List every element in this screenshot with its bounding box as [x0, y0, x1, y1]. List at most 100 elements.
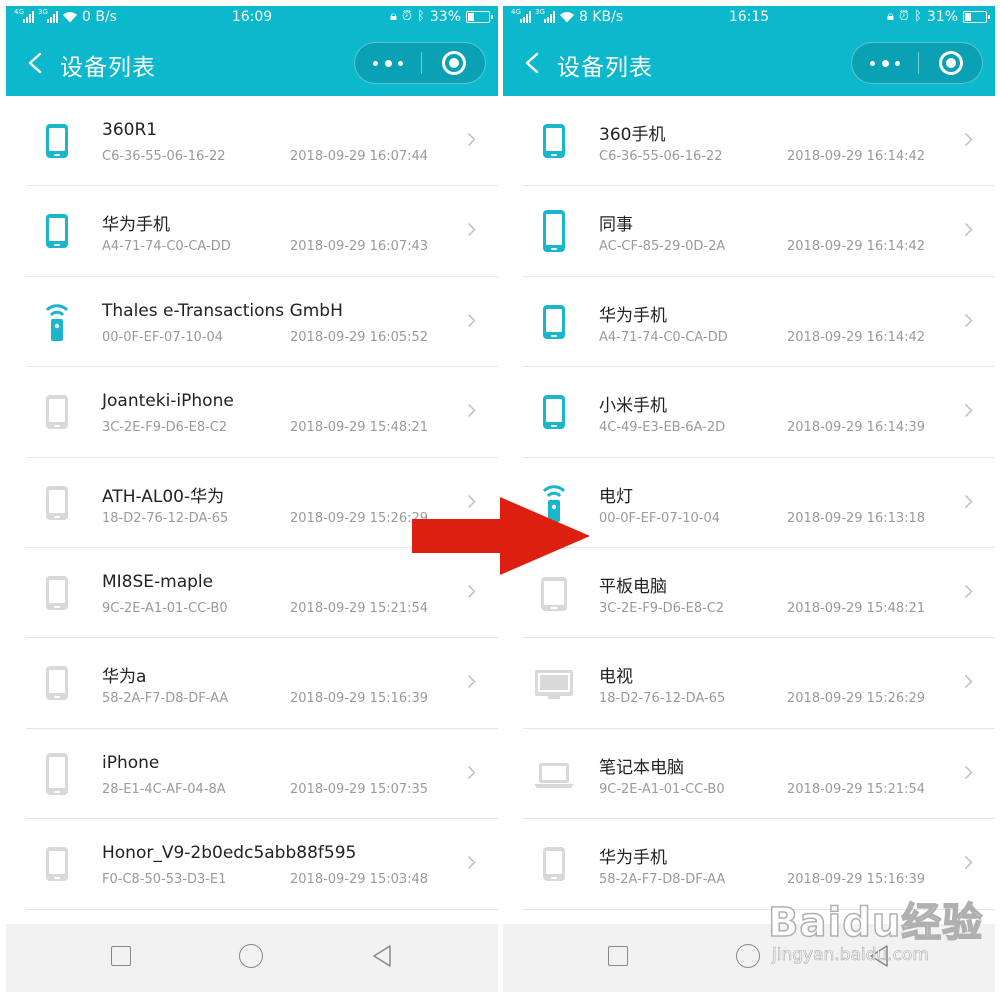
watermark-url: jingyan.baidu.com [772, 945, 929, 966]
more-icon[interactable] [373, 43, 403, 83]
device-time: 2018-09-29 16:07:44 [290, 149, 429, 164]
phone-icon [44, 843, 70, 885]
device-time: 2018-09-29 15:03:48 [290, 872, 429, 888]
device-row[interactable]: Honor_V9-2b0edc5abb88f595 F0-C8-50-53-D3-… [6, 819, 498, 910]
device-row[interactable]: iPhone 28-E1-4C-AF-04-8A 2018-09-29 15:07:… [6, 729, 498, 820]
close-target-icon[interactable] [442, 51, 466, 75]
transition-arrow-icon [412, 497, 590, 575]
device-mac: 18-D2-76-12-DA-65 [599, 691, 726, 707]
more-icon[interactable] [870, 43, 900, 83]
device-row[interactable]: Joanteki-iPhone 3C-2E-F9-D6-E8-C2 2018-09-… [6, 367, 498, 458]
device-mac: AC-CF-85-29-0D-2A [599, 239, 726, 255]
device-name: 360手机 [599, 125, 666, 145]
phone-icon [541, 843, 567, 885]
battery-percent: 33% [429, 9, 461, 25]
device-time: 2018-09-29 15:48:21 [787, 600, 926, 616]
nav-back-icon[interactable] [371, 944, 393, 968]
chevron-right-icon [964, 674, 973, 689]
device-mac: 00-0F-EF-07-10-04 [599, 510, 721, 526]
chevron-right-icon [467, 132, 476, 147]
chevron-right-icon [467, 313, 476, 328]
device-time: 2018-09-29 15:07:35 [290, 781, 429, 797]
device-mac: F0-C8-50-53-D3-E1 [102, 872, 227, 888]
device-row[interactable]: 笔记本电脑 9C-2E-A1-01-CC-B0 2018-09-29 15:21:5… [503, 729, 995, 820]
lock-icon: 🔒︎ [390, 9, 397, 24]
device-row[interactable]: 小米手机 4C-49-E3-EB-6A-2D 2018-09-29 16:14:39 [503, 367, 995, 458]
device-name: Joanteki-iPhone [102, 391, 234, 412]
chevron-right-icon [964, 494, 973, 509]
chevron-right-icon [964, 584, 973, 599]
device-mac: C6-36-55-06-16-22 [599, 149, 723, 164]
device-time: 2018-09-29 15:16:39 [787, 872, 926, 888]
device-time: 2018-09-29 16:14:42 [787, 329, 926, 345]
device-time: 2018-09-29 16:05:52 [290, 329, 429, 345]
status-bar: 4G 3G 8 KB/s 16:15 🔒︎ ⏰︎ ᛒ 31% [503, 6, 995, 30]
device-name: 小米手机 [599, 396, 667, 417]
device-row[interactable]: 华为手机 A4-71-74-C0-CA-DD 2018-09-29 16:07:43 [6, 186, 498, 278]
tv-icon [535, 662, 573, 704]
device-name: 360R1 [102, 120, 158, 140]
chevron-right-icon [964, 403, 973, 418]
phone-icon [44, 210, 70, 252]
device-mac: 3C-2E-F9-D6-E8-C2 [599, 600, 725, 616]
chevron-right-icon [964, 313, 973, 328]
device-time: 2018-09-29 16:14:42 [787, 149, 926, 164]
chevron-right-icon [467, 855, 476, 870]
device-row[interactable]: 同事 AC-CF-85-29-0D-2A 2018-09-29 16:14:42 [503, 186, 995, 278]
device-row[interactable]: 电视 18-D2-76-12-DA-65 2018-09-29 15:26:29 [503, 638, 995, 730]
chevron-right-icon [467, 765, 476, 780]
device-mac: 00-0F-EF-07-10-04 [102, 329, 224, 345]
device-mac: 3C-2E-F9-D6-E8-C2 [102, 420, 228, 436]
back-arrow-icon[interactable] [523, 52, 541, 74]
device-time: 2018-09-29 15:48:21 [290, 420, 429, 436]
phone-icon [44, 572, 70, 614]
phone-icon [541, 120, 567, 162]
device-row[interactable]: Thales e-Transactions GmbH 00-0F-EF-07-10… [6, 277, 498, 368]
device-name: iPhone [102, 752, 160, 773]
watermark-logo: Baidu经验 [767, 899, 984, 947]
device-time: 2018-09-29 15:21:54 [787, 781, 926, 797]
page-title: 设备列表 [60, 55, 156, 81]
chevron-right-icon [964, 132, 973, 147]
device-name: 华为a [102, 667, 147, 688]
phone-icon [44, 662, 70, 704]
device-mac: 18-D2-76-12-DA-65 [102, 510, 229, 526]
device-row[interactable]: 360R1 C6-36-55-06-16-22 2018-09-29 16:07:4… [6, 96, 498, 187]
alarm-icon: ⏰︎ [898, 9, 910, 24]
device-time: 2018-09-29 15:26:29 [290, 510, 429, 526]
device-row[interactable]: 360手机 C6-36-55-06-16-22 2018-09-29 16:14:4… [503, 96, 995, 187]
battery-icon [466, 11, 493, 23]
recent-apps-icon[interactable] [111, 946, 131, 966]
device-time: 2018-09-29 16:07:43 [290, 239, 429, 255]
tablet-icon [541, 572, 567, 614]
device-name: 笔记本电脑 [599, 757, 684, 778]
device-time: 2018-09-29 15:26:29 [787, 691, 926, 707]
chevron-right-icon [467, 584, 476, 599]
device-time: 2018-09-29 15:16:39 [290, 691, 429, 707]
nav-bar: 设备列表 [6, 30, 498, 96]
battery-icon [963, 11, 990, 23]
device-row[interactable]: 华为手机 A4-71-74-C0-CA-DD 2018-09-29 16:14:42 [503, 277, 995, 368]
chevron-right-icon [467, 674, 476, 689]
device-mac: 58-2A-F7-D8-DF-AA [102, 691, 229, 707]
device-name: 平板电脑 [599, 576, 667, 597]
home-icon[interactable] [736, 944, 760, 968]
bluetooth-icon: ᛒ [417, 9, 425, 24]
device-name: 华为手机 [102, 215, 170, 236]
device-name: 同事 [599, 215, 633, 236]
device-mac: 4C-49-E3-EB-6A-2D [599, 420, 726, 436]
device-name: 华为手机 [599, 848, 667, 869]
device-name: MI8SE-maple [102, 571, 214, 592]
chevron-right-icon [964, 222, 973, 237]
laptop-icon [534, 753, 574, 795]
close-target-icon[interactable] [939, 51, 963, 75]
iphone-icon [541, 210, 567, 253]
mini-program-capsule [851, 42, 983, 84]
back-arrow-icon[interactable] [26, 52, 44, 74]
device-mac: A4-71-74-C0-CA-DD [599, 329, 728, 345]
chevron-right-icon [467, 222, 476, 237]
status-bar: 4G 3G 0 B/s 16:09 🔒︎ ⏰︎ ᛒ 33% [6, 6, 498, 30]
device-row[interactable]: 华为a 58-2A-F7-D8-DF-AA 2018-09-29 15:16:39 [6, 638, 498, 730]
recent-apps-icon[interactable] [608, 946, 628, 966]
home-icon[interactable] [239, 944, 263, 968]
